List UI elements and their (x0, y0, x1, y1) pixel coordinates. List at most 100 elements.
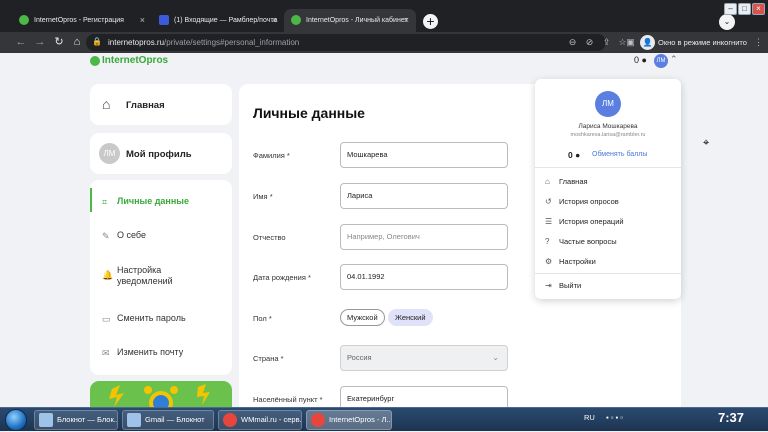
incognito-icon: 👤 (640, 35, 655, 50)
logout-icon: ⇥ (545, 281, 552, 290)
sidebar-profile-card[interactable]: ЛМ Мой профиль (90, 133, 232, 174)
taskbar-clock[interactable]: 7:37 (718, 410, 744, 425)
sidebar-profile-label: Мой профиль (126, 149, 192, 160)
sidebar-icon[interactable]: ▣ (624, 36, 637, 49)
sidebar-settings-menu: ⌗ Личные данные ✎ О себе 🔔 Настройка уве… (90, 180, 232, 375)
url-path: /private/settings#personal_information (164, 38, 300, 47)
tab-personal-cabinet[interactable]: InternetOpros - Личный кабинет × (284, 9, 416, 32)
tab-title: (1) Входящие — Рамблер/почта (174, 17, 278, 24)
gear-icon: ⚙ (545, 257, 553, 266)
network-icon: ▪ (606, 413, 609, 422)
dropdown-item-faq[interactable]: ? Частые вопросы (545, 236, 671, 248)
dropdown-item-label: Главная (559, 177, 588, 186)
gender-label: Пол * (253, 314, 272, 323)
dropdown-item-label: Выйти (559, 281, 582, 290)
taskbar-item-label: Блокнот — Блок... (57, 415, 118, 424)
tray-icons[interactable]: ▪ ▫ ▪ ▫ (606, 413, 623, 422)
divider (535, 167, 681, 168)
taskbar-item-notepad-1[interactable]: Блокнот — Блок... (34, 410, 118, 430)
taskbar-item-label: Gmail — Блокнот (145, 415, 205, 424)
patronymic-label: Отчество (253, 233, 286, 242)
avatar: ЛМ (99, 143, 120, 164)
notepad-icon (127, 413, 141, 427)
tab-title: InternetOpros - Личный кабинет (306, 17, 408, 24)
start-button[interactable] (2, 408, 30, 432)
sidebar-item-change-email[interactable]: ✉ Изменить почту (90, 339, 232, 369)
gender-option-male[interactable]: Мужской (340, 309, 385, 326)
share-icon[interactable]: ⇪ (600, 36, 613, 49)
id-card-icon: ⌗ (102, 197, 108, 207)
volume-icon: ▫ (610, 413, 614, 422)
password-icon: ▭ (102, 314, 111, 324)
taskbar-item-label: WMmail.ru - серв... (241, 415, 302, 424)
country-select[interactable]: Россия ⌄ (340, 345, 508, 371)
chrome-icon (223, 413, 237, 427)
maximize-button[interactable]: □ (738, 3, 751, 15)
dropdown-item-settings[interactable]: ⚙ Настройки (545, 256, 671, 268)
city-field[interactable]: Екатеринбург (340, 386, 508, 407)
birthdate-field[interactable]: 04.01.1992 (340, 264, 508, 290)
patronymic-field[interactable]: Например, Олегович (340, 224, 508, 250)
alarm-clock-illustration (109, 384, 210, 407)
language-indicator[interactable]: RU (584, 413, 595, 422)
list-icon: ☰ (545, 217, 553, 226)
browser-toolbar: ← → ↻ ⌂ internetopros.ru/private/setting… (0, 32, 768, 53)
dropdown-item-survey-history[interactable]: ↺ История опросов (545, 196, 671, 208)
sidebar-item-label: Личные данные (117, 196, 189, 206)
balance-value: 0 (568, 150, 573, 160)
sidebar-item-notifications[interactable]: 🔔 Настройка уведомлений (90, 257, 232, 295)
close-window-button[interactable]: × (752, 3, 765, 15)
gender-option-female[interactable]: Женский (388, 309, 433, 326)
sidebar-item-about[interactable]: ✎ О себе (90, 222, 232, 252)
back-icon[interactable]: ← (14, 35, 28, 49)
taskbar: Блокнот — Блок... Gmail — Блокнот WMmail… (0, 407, 768, 431)
close-icon[interactable]: × (272, 9, 277, 32)
close-icon[interactable]: × (140, 9, 145, 32)
tab-rambler-mail[interactable]: (1) Входящие — Рамблер/почта × (152, 9, 284, 32)
browser-chrome: InternetOpros - Регистрация × (1) Входящ… (0, 0, 768, 53)
zoom-icon[interactable]: ⊖ (566, 36, 579, 49)
close-icon[interactable]: × (404, 9, 409, 32)
lock-icon[interactable]: 🔒 (92, 37, 102, 48)
dropdown-item-logout[interactable]: ⇥ Выйти (545, 280, 671, 292)
exchange-points-link[interactable]: Обменять баллы (592, 151, 647, 158)
coin-icon: ● (641, 55, 647, 65)
site-logo[interactable]: InternetOpros (90, 55, 168, 66)
logo-icon (90, 56, 100, 66)
mouse-cursor-icon: ⌖ (703, 137, 710, 149)
mail-icon: ✉ (102, 348, 110, 358)
country-value: Россия (347, 353, 372, 362)
last-name-field[interactable]: Мошкарева (340, 142, 508, 168)
user-name: Лариса Мошкарева (578, 123, 638, 130)
header-avatar[interactable]: ЛМ (654, 54, 668, 68)
dropdown-item-label: Настройки (559, 257, 596, 266)
battery-icon: ▫ (620, 413, 623, 422)
sidebar-item-label: Изменить почту (117, 347, 184, 357)
browser-menu-icon[interactable]: ⋮ (752, 36, 765, 49)
birthdate-label: Дата рождения * (253, 273, 311, 282)
forward-icon[interactable]: → (33, 35, 47, 49)
sidebar-home-card[interactable]: ⌂ Главная (90, 84, 232, 125)
sidebar-item-personal-data[interactable]: ⌗ Личные данные (90, 188, 232, 218)
minimize-button[interactable]: – (724, 3, 737, 15)
address-bar[interactable]: internetopros.ru/private/settings#person… (86, 34, 606, 51)
eye-off-icon[interactable]: ⊘ (583, 36, 596, 49)
first-name-field[interactable]: Лариса (340, 183, 508, 209)
tab-search-button[interactable]: ⌄ (719, 14, 735, 30)
dropdown-item-operations-history[interactable]: ☰ История операций (545, 216, 671, 228)
taskbar-item-notepad-2[interactable]: Gmail — Блокнот (122, 410, 214, 430)
avatar: ЛМ (595, 91, 621, 117)
tab-registration[interactable]: InternetOpros - Регистрация × (12, 9, 152, 32)
sidebar-item-label: О себе (117, 230, 146, 240)
taskbar-item-chrome-wmmail[interactable]: WMmail.ru - серв... (218, 410, 302, 430)
taskbar-item-chrome-internetopros[interactable]: InternetOpros - Л... (306, 410, 392, 430)
reload-icon[interactable]: ↻ (52, 35, 66, 49)
dropdown-item-home[interactable]: ⌂ Главная (545, 176, 671, 188)
sidebar-item-change-password[interactable]: ▭ Сменить пароль (90, 305, 232, 335)
first-name-label: Имя * (253, 192, 273, 201)
home-icon[interactable]: ⌂ (70, 35, 84, 49)
chevron-up-icon[interactable]: ⌃ (670, 54, 678, 65)
new-tab-button[interactable]: + (423, 14, 438, 29)
incognito-indicator[interactable]: 👤 Окно в режиме инкогнито (640, 35, 747, 50)
promo-banner[interactable] (90, 381, 232, 407)
